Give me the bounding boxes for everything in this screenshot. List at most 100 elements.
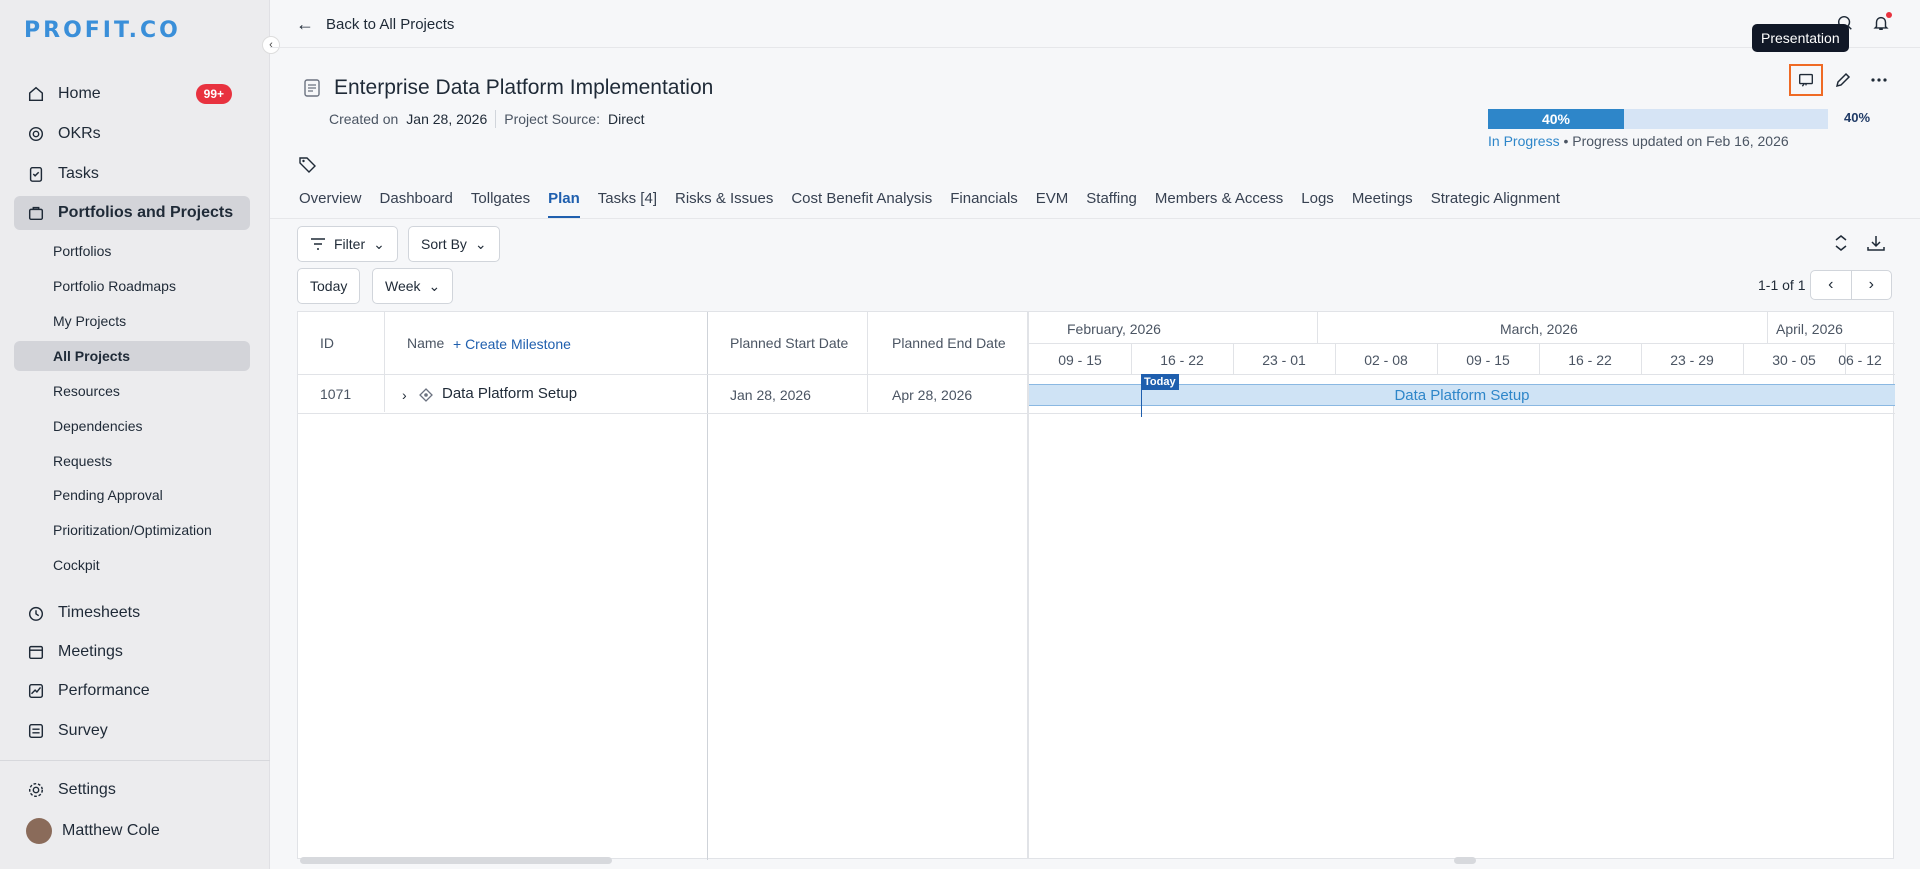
source-label: Project Source: — [504, 111, 600, 127]
clipboard-icon — [26, 164, 46, 184]
tab-tasks[interactable]: Tasks [4] — [598, 186, 657, 218]
tab-meetings[interactable]: Meetings — [1352, 186, 1413, 218]
table-scrollbar[interactable] — [300, 857, 612, 864]
sort-by-button[interactable]: Sort By ⌄ — [408, 226, 500, 262]
document-icon — [304, 79, 320, 97]
create-milestone-link[interactable]: + Create Milestone — [453, 336, 571, 352]
col-divider — [867, 312, 868, 412]
presentation-icon — [1797, 71, 1815, 89]
created-value: Jan 28, 2026 — [406, 111, 488, 127]
progress-percent: 40% — [1844, 110, 1871, 125]
bell-icon[interactable] — [1872, 12, 1892, 32]
today-button[interactable]: Today — [297, 268, 361, 304]
project-meta: Created on Jan 28, 2026 Project Source: … — [329, 110, 645, 128]
edit-icon[interactable] — [1833, 70, 1853, 90]
project-title-row: Enterprise Data Platform Implementation — [304, 76, 713, 100]
sidebar-subitem-resources[interactable]: Resources — [14, 376, 250, 406]
tab-staffing[interactable]: Staffing — [1086, 186, 1137, 218]
week-select[interactable]: Week ⌄ — [372, 268, 454, 304]
column-header-name[interactable]: Name — [407, 335, 444, 351]
back-link[interactable]: ← Back to All Projects — [296, 14, 454, 35]
briefcase-icon — [26, 203, 46, 223]
sidebar-item-settings[interactable]: Settings — [14, 773, 250, 807]
sidebar-item-okrs[interactable]: OKRs — [14, 117, 250, 151]
month-label: April, 2026 — [1776, 321, 1843, 337]
tab-plan[interactable]: Plan — [548, 186, 580, 219]
next-page-button[interactable]: › — [1852, 271, 1892, 299]
sidebar-subitem-prioritization[interactable]: Prioritization/Optimization — [14, 515, 250, 545]
sidebar-subitem-pending-approval[interactable]: Pending Approval — [14, 480, 250, 510]
survey-icon — [26, 721, 46, 741]
sidebar-subitem-portfolio-roadmaps[interactable]: Portfolio Roadmaps — [14, 271, 250, 301]
month-label: March, 2026 — [1500, 321, 1578, 337]
sidebar-item-timesheets[interactable]: Timesheets — [14, 596, 250, 630]
expand-collapse-icon[interactable] — [1833, 234, 1849, 252]
sidebar-item-label: Performance — [58, 682, 150, 699]
column-header-id[interactable]: ID — [320, 335, 334, 351]
sidebar-subitem-all-projects[interactable]: All Projects — [14, 341, 250, 371]
today-marker-label: Today — [1141, 374, 1179, 390]
week-label: 09 - 15 — [1466, 352, 1510, 368]
week-label: 16 - 22 — [1160, 352, 1204, 368]
prev-page-button[interactable]: ‹ — [1811, 271, 1852, 299]
app-logo[interactable]: PROFIT.CO — [24, 18, 181, 43]
month-border — [1317, 312, 1318, 343]
progress-fill: 40% — [1488, 109, 1624, 129]
week-label: 23 - 01 — [1262, 352, 1306, 368]
sidebar-subitem-cockpit[interactable]: Cockpit — [14, 550, 250, 580]
more-options-icon[interactable] — [1869, 70, 1889, 90]
chevron-down-icon: ⌄ — [428, 277, 441, 294]
clock-icon — [26, 603, 46, 623]
chevron-down-icon: ⌄ — [373, 235, 385, 252]
sidebar-subitem-requests[interactable]: Requests — [14, 446, 250, 476]
tab-evm[interactable]: EVM — [1036, 186, 1069, 218]
sidebar-item-label: Tasks — [58, 165, 99, 182]
tab-logs[interactable]: Logs — [1301, 186, 1334, 218]
status-text[interactable]: In Progress — [1488, 133, 1560, 149]
sidebar-item-label: Portfolios and Projects — [58, 204, 234, 221]
user-profile[interactable]: Matthew Cole — [14, 814, 250, 848]
tab-strategic-alignment[interactable]: Strategic Alignment — [1431, 186, 1560, 218]
expand-row-icon[interactable]: › — [402, 387, 407, 403]
month-label: February, 2026 — [1067, 321, 1161, 337]
gear-icon — [26, 780, 46, 800]
sidebar-subitem-dependencies[interactable]: Dependencies — [14, 411, 250, 441]
row-name[interactable]: Data Platform Setup — [442, 385, 577, 402]
tab-members-access[interactable]: Members & Access — [1155, 186, 1283, 218]
sidebar-item-survey[interactable]: Survey — [14, 714, 250, 748]
sidebar-item-portfolios-and-projects[interactable]: Portfolios and Projects — [14, 196, 250, 230]
sidebar-item-meetings[interactable]: Meetings — [14, 635, 250, 669]
sidebar-divider — [0, 760, 270, 761]
week-label: Week — [385, 278, 421, 294]
gantt-scrollbar[interactable] — [1454, 857, 1476, 864]
tab-risks-issues[interactable]: Risks & Issues — [675, 186, 773, 218]
tag-icon[interactable] — [298, 155, 318, 173]
sidebar-item-performance[interactable]: Performance — [14, 674, 250, 708]
sidebar-subitem-portfolios[interactable]: Portfolios — [14, 236, 250, 266]
column-header-start[interactable]: Planned Start Date — [730, 335, 848, 351]
header-divider — [298, 374, 1029, 375]
tab-dashboard[interactable]: Dashboard — [380, 186, 453, 218]
back-label: Back to All Projects — [326, 16, 455, 33]
pagination-text: 1-1 of 1 — [1758, 277, 1806, 293]
status-updated: • Progress updated on Feb 16, 2026 — [1559, 133, 1789, 149]
sidebar-subitem-my-projects[interactable]: My Projects — [14, 306, 250, 336]
filter-icon — [310, 237, 326, 251]
tab-tollgates[interactable]: Tollgates — [471, 186, 530, 218]
presentation-button[interactable] — [1789, 64, 1823, 96]
tab-overview[interactable]: Overview — [299, 186, 362, 218]
row-start: Jan 28, 2026 — [730, 387, 811, 403]
tab-cost-benefit-analysis[interactable]: Cost Benefit Analysis — [791, 186, 932, 218]
download-icon[interactable] — [1866, 234, 1886, 252]
tab-financials[interactable]: Financials — [950, 186, 1018, 218]
row-end: Apr 28, 2026 — [892, 387, 973, 403]
row-divider — [298, 413, 1029, 414]
progress-bar: 40% — [1488, 109, 1828, 129]
column-header-end[interactable]: Planned End Date — [892, 335, 1006, 351]
filter-button[interactable]: Filter ⌄ — [297, 226, 398, 262]
sidebar-item-tasks[interactable]: Tasks — [14, 157, 250, 191]
meta-divider — [495, 110, 497, 128]
sidebar-item-label: Meetings — [58, 643, 123, 660]
sidebar-item-home[interactable]: Home 99+ — [14, 77, 250, 111]
created-label: Created on — [329, 111, 399, 127]
